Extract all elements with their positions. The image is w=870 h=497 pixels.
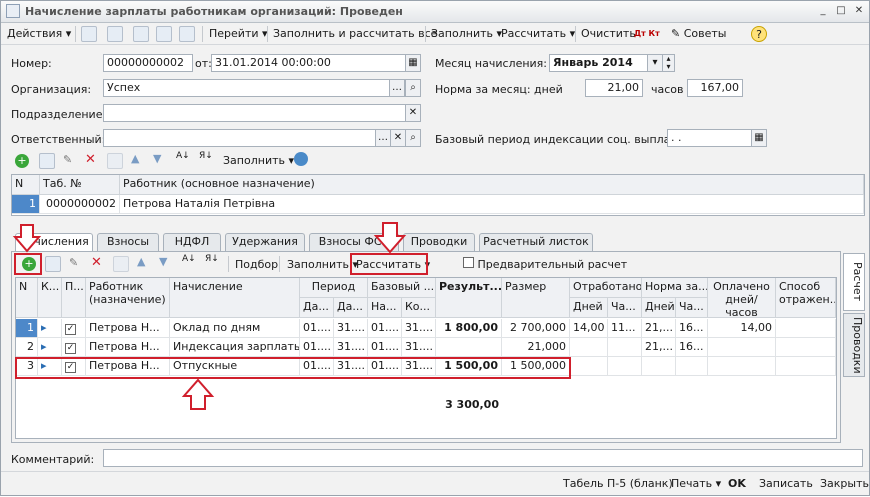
print-menu[interactable]: Печать ▾ <box>671 477 721 490</box>
footer-bar: Табель П-5 (бланк) Печать ▾ OK Записать … <box>1 471 869 495</box>
save-button[interactable]: Записать <box>759 477 813 490</box>
annotation-arrows <box>12 222 407 410</box>
arrow-up-row <box>181 378 215 410</box>
form-link[interactable]: Табель П-5 (бланк) <box>563 477 673 490</box>
comment-label: Комментарий: <box>11 453 95 466</box>
document-window: Начисление зарплаты работникам организац… <box>0 0 870 496</box>
comment-field[interactable] <box>103 449 863 467</box>
arrow-down-add <box>12 224 42 253</box>
arrow-down-calc <box>373 222 407 254</box>
ok-button[interactable]: OK <box>728 477 746 490</box>
close-button[interactable]: Закрыть <box>820 477 869 490</box>
